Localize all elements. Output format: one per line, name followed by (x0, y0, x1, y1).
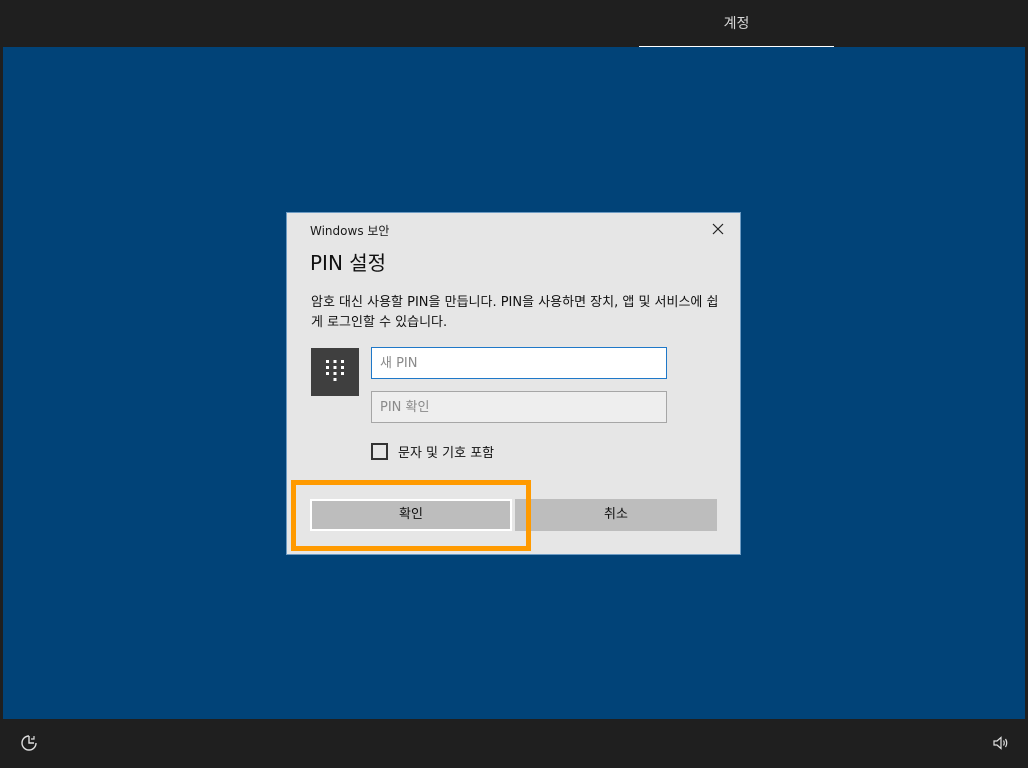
keypad-icon-box (311, 348, 359, 396)
bottom-bar (3, 719, 1025, 766)
include-symbols-checkbox-row[interactable]: 문자 및 기호 포함 (371, 441, 494, 461)
dialog-title: PIN 설정 (310, 251, 387, 275)
dialog-description: 암호 대신 사용할 PIN을 만듭니다. PIN을 사용하면 장치, 앱 및 서… (311, 295, 719, 330)
volume-button[interactable] (992, 734, 1010, 752)
close-button[interactable] (710, 221, 726, 237)
include-symbols-label: 문자 및 기호 포함 (398, 445, 495, 461)
pin-setup-dialog: Windows 보안 PIN 설정 암호 대신 사용할 PIN을 만듭니다. P… (286, 212, 741, 555)
confirm-pin-input[interactable] (371, 391, 667, 423)
screen-frame: 계정 Windows 보안 PIN 설정 암호 대신 사용할 PIN을 만듭니다… (0, 0, 1028, 768)
close-icon (712, 223, 724, 235)
volume-icon (993, 736, 1008, 750)
dialog-caption: Windows 보안 (310, 224, 390, 238)
ease-of-access-button[interactable] (19, 733, 39, 753)
ease-of-access-icon (21, 735, 37, 751)
cancel-button[interactable]: 취소 (515, 499, 717, 531)
keypad-icon (326, 360, 344, 381)
tab-account-label: 계정 (723, 16, 750, 32)
top-bar: 계정 (3, 2, 1025, 48)
new-pin-input[interactable] (371, 347, 667, 379)
tab-account[interactable]: 계정 (639, 2, 834, 48)
ok-button[interactable]: 확인 (310, 499, 512, 531)
include-symbols-checkbox[interactable] (371, 442, 388, 460)
